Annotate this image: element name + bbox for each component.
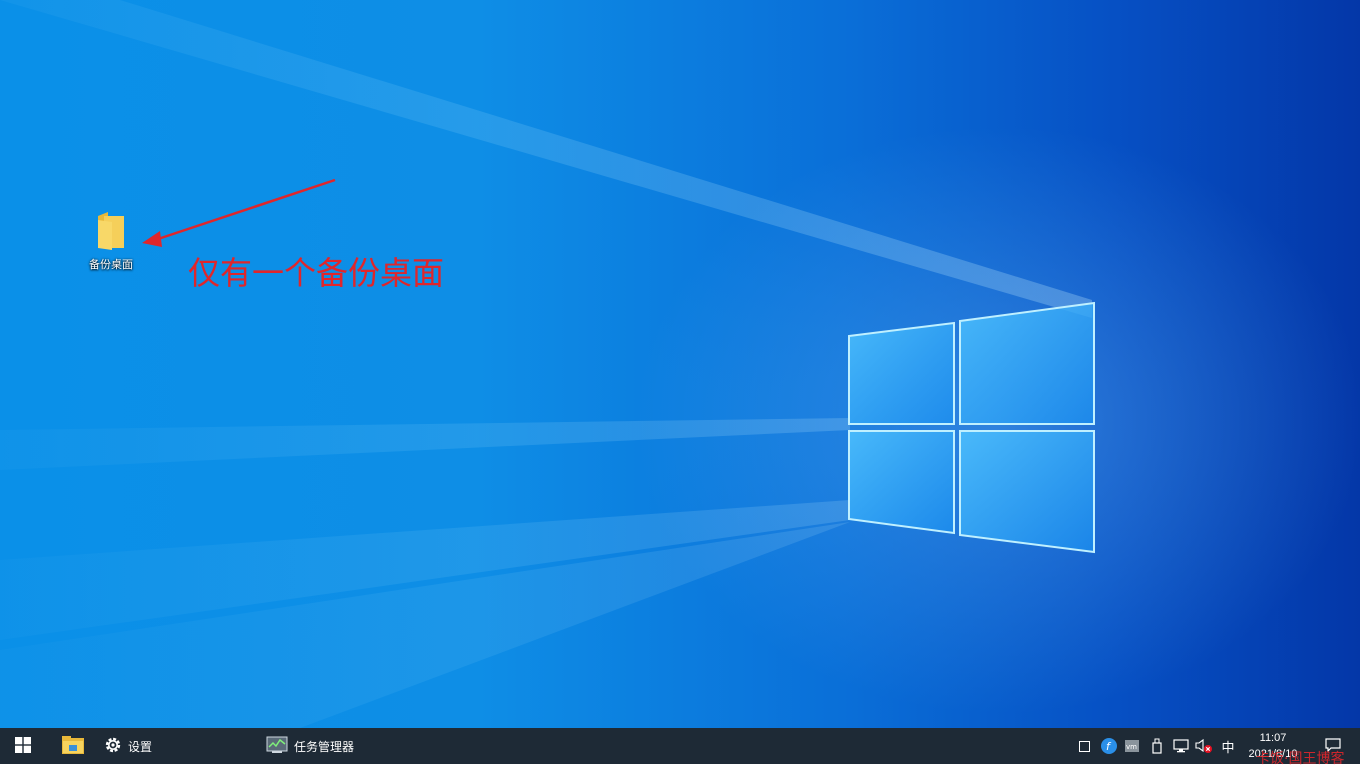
start-button[interactable] xyxy=(0,728,46,764)
windows-wallpaper xyxy=(0,0,1095,728)
file-explorer-icon xyxy=(62,735,84,757)
taskbar: 设置 任务管理器 f vm 中 11:07 2021/8/10 xyxy=(0,728,1360,764)
flash-icon[interactable]: f xyxy=(1100,728,1118,764)
watermark: 卡饭·国王博客 xyxy=(1256,751,1345,767)
task-manager-button[interactable]: 任务管理器 xyxy=(266,728,376,764)
windows-logo-icon xyxy=(15,736,31,756)
show-hidden-icons-button[interactable] xyxy=(1076,728,1092,764)
settings-label: 设置 xyxy=(128,739,153,754)
desktop-icon-label: 备份桌面 xyxy=(89,259,133,271)
ime-label: 中 xyxy=(1221,739,1235,755)
input-method-indicator[interactable]: 中 xyxy=(1218,728,1238,764)
desktop-background: 备份桌面 仅有一个备份桌面 xyxy=(0,0,1360,728)
volume-muted-icon[interactable] xyxy=(1194,728,1214,764)
clock-time: 11:07 xyxy=(1259,732,1287,744)
network-icon[interactable] xyxy=(1172,728,1190,764)
usb-device-icon[interactable] xyxy=(1150,728,1164,764)
folder-icon xyxy=(80,206,142,250)
task-manager-icon xyxy=(266,736,288,757)
vmware-icon[interactable]: vm xyxy=(1124,728,1140,764)
gear-icon xyxy=(104,736,122,757)
file-explorer-button[interactable] xyxy=(54,728,92,764)
desktop-icon-backup[interactable]: 备份桌面 xyxy=(80,206,142,272)
task-manager-label: 任务管理器 xyxy=(294,739,355,754)
settings-button[interactable]: 设置 xyxy=(104,728,174,764)
svg-text:vm: vm xyxy=(1126,743,1137,751)
annotation-text: 仅有一个备份桌面 xyxy=(188,254,445,292)
